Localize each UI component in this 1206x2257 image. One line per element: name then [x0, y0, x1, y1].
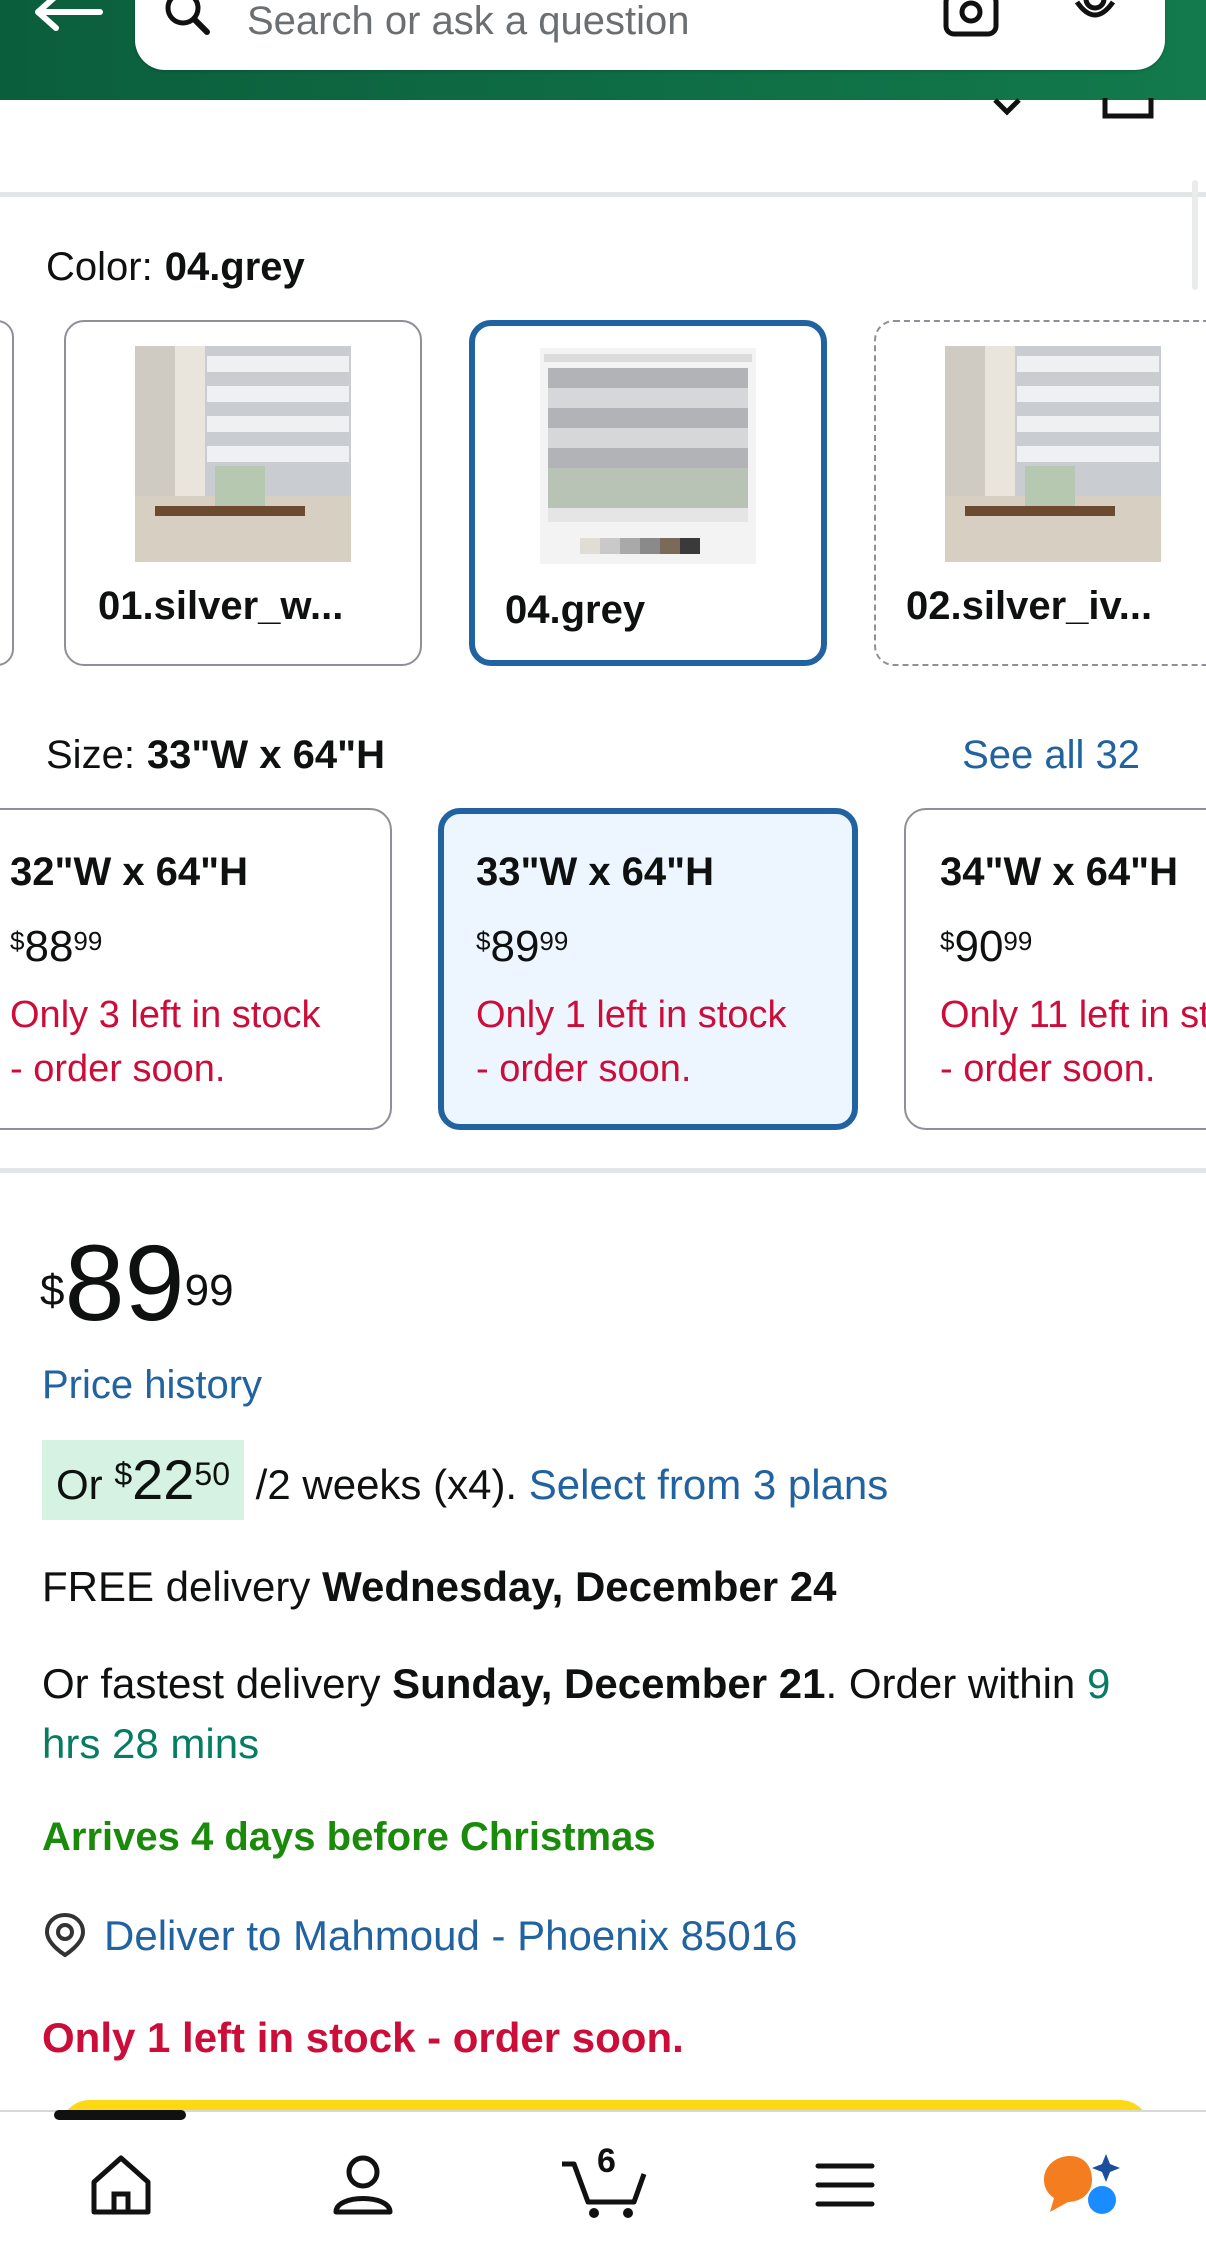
- size-price: $9099: [940, 922, 1033, 971]
- menu-icon[interactable]: [810, 2150, 880, 2220]
- color-swatch-grey[interactable]: 04.grey: [469, 320, 827, 666]
- size-price: $8999: [476, 922, 569, 971]
- color-label-text: Color:: [46, 245, 153, 289]
- size-stock-text: Only 11 left in st: [940, 994, 1206, 1036]
- stock-warning: Only 1 left in stock - order soon.: [42, 2014, 684, 2061]
- size-option-33w[interactable]: 33"W x 64"H $8999 Only 1 left in stock -…: [438, 808, 858, 1130]
- payment-plan-row: Or $2250 /2 weeks (x4). Select from 3 pl…: [42, 1440, 888, 1520]
- size-selected-value: 33"W x 64"H: [146, 733, 385, 777]
- size-option-34w[interactable]: 34"W x 64"H $9099 Only 11 left in st - o…: [904, 808, 1206, 1130]
- color-swatch-silver-white[interactable]: 01.silver_w...: [64, 320, 422, 666]
- camera-icon[interactable]: [943, 0, 999, 40]
- top-header: Search or ask a question: [0, 0, 1206, 100]
- payment-plan-terms: /2 weeks (x4).: [244, 1461, 529, 1508]
- size-stock-text: - order soon.: [940, 1048, 1156, 1090]
- product-price: $8999: [40, 1222, 234, 1343]
- active-tab-indicator: [54, 2110, 186, 2120]
- microphone-icon[interactable]: [1073, 0, 1117, 40]
- free-delivery-text: FREE delivery Wednesday, December 24: [42, 1563, 837, 1610]
- size-stock-text: - order soon.: [476, 1048, 692, 1090]
- size-stock-text: Only 3 left in stock: [10, 994, 321, 1036]
- account-icon[interactable]: [328, 2150, 398, 2220]
- deliver-to-link[interactable]: Deliver to Mahmoud - Phoenix 85016: [42, 1906, 797, 1966]
- deliver-to-text[interactable]: Deliver to Mahmoud - Phoenix 85016: [104, 1912, 797, 1959]
- size-label-text: Size:: [46, 733, 135, 777]
- swatch-label: 04.grey: [505, 588, 646, 632]
- swatch-label: 02.silver_iv...: [906, 584, 1153, 628]
- size-option-32w[interactable]: 32"W x 64"H $8899 Only 3 left in stock -…: [0, 808, 392, 1130]
- section-divider: [0, 1168, 1206, 1173]
- color-label: Color: 04.grey: [46, 242, 305, 292]
- color-swatch-silver-ivory[interactable]: 02.silver_iv...: [874, 320, 1206, 666]
- arrives-before-christmas: Arrives 4 days before Christmas: [42, 1815, 656, 1859]
- product-thumbnail: [135, 346, 351, 562]
- assistant-icon[interactable]: [1040, 2150, 1120, 2220]
- location-pin-icon: [44, 1912, 86, 1958]
- price-history-link[interactable]: Price history: [42, 1360, 262, 1410]
- size-dimension: 32"W x 64"H: [10, 850, 249, 894]
- see-all-sizes-link[interactable]: See all 32: [962, 730, 1140, 780]
- search-input[interactable]: Search or ask a question: [247, 0, 689, 46]
- scrollbar[interactable]: [1192, 180, 1198, 290]
- size-stock-text: Only 1 left in stock: [476, 994, 787, 1036]
- search-bar[interactable]: Search or ask a question: [135, 0, 1165, 70]
- size-price: $8899: [10, 922, 103, 971]
- size-label: Size: 33"W x 64"H: [46, 730, 385, 780]
- product-thumbnail: [540, 348, 756, 564]
- section-divider: [0, 192, 1206, 197]
- color-swatch-partial[interactable]: [0, 320, 14, 666]
- color-selected-value: 04.grey: [164, 245, 305, 289]
- swatch-label: 01.silver_w...: [98, 584, 344, 628]
- select-plans-link[interactable]: Select from 3 plans: [529, 1461, 889, 1508]
- header-partial-icons: [993, 98, 1154, 119]
- product-thumbnail: [945, 346, 1161, 562]
- payment-plan-badge: Or $2250: [42, 1440, 245, 1520]
- cart-count-badge: 6: [597, 2142, 616, 2180]
- home-icon[interactable]: [86, 2150, 156, 2220]
- size-dimension: 33"W x 64"H: [476, 850, 715, 894]
- fastest-delivery-text: Or fastest delivery Sunday, December 21.…: [42, 1660, 1111, 1767]
- search-icon: [165, 0, 210, 35]
- size-dimension: 34"W x 64"H: [940, 850, 1179, 894]
- size-stock-text: - order soon.: [10, 1048, 226, 1090]
- back-arrow-icon[interactable]: [34, 0, 104, 34]
